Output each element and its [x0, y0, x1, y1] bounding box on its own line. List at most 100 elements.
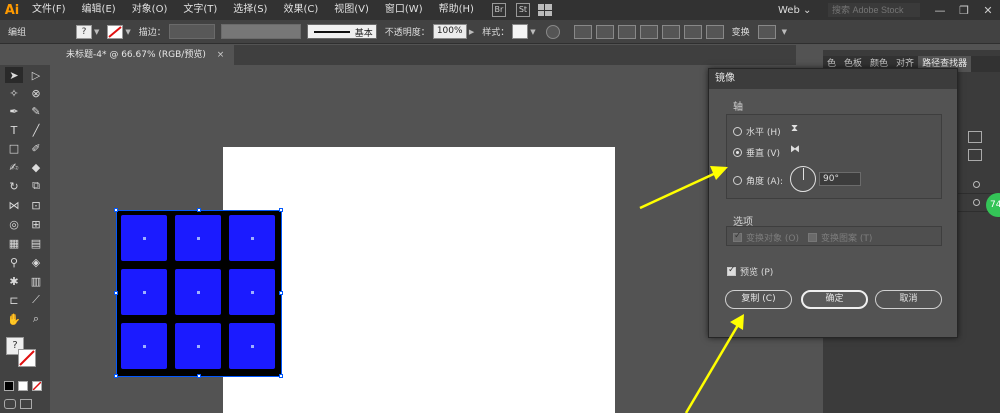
free-transform-tool-icon[interactable]: ⊡ [27, 197, 45, 213]
mesh-tool-icon[interactable]: ▦ [5, 235, 23, 251]
angle-radio[interactable] [733, 176, 742, 185]
document-tab[interactable]: 未标题-4* @ 66.67% (RGB/预览) × [56, 45, 235, 65]
bounding-box-handle[interactable] [279, 291, 283, 295]
draw-mode-icon[interactable] [4, 399, 16, 409]
vertical-radio[interactable] [733, 148, 742, 157]
menu-file[interactable]: 文件(F) [24, 0, 74, 20]
selection-tool-icon[interactable]: ➤ [5, 67, 23, 83]
lasso-tool-icon[interactable]: ⊗ [27, 85, 45, 101]
artboard-tool-icon[interactable]: ⊏ [5, 292, 23, 308]
isolate-group-icon[interactable] [757, 24, 776, 39]
tile[interactable] [174, 322, 222, 370]
blend-tool-icon[interactable]: ◈ [27, 254, 45, 270]
layer-row[interactable] [955, 176, 1000, 194]
bounding-box-handle[interactable] [114, 291, 118, 295]
stroke-dropdown-icon[interactable]: ▼ [125, 28, 130, 36]
menu-select[interactable]: 选择(S) [225, 0, 275, 20]
type-tool-icon[interactable]: T [5, 122, 23, 138]
bounding-box-handle[interactable] [197, 374, 201, 378]
preview-option[interactable]: 预览 (P) [727, 265, 773, 278]
tile[interactable] [228, 268, 276, 316]
slice-tool-icon[interactable]: ⟋ [27, 292, 45, 308]
opacity-input[interactable]: 100% [432, 24, 467, 39]
angle-option[interactable]: 角度 (A): [733, 174, 783, 187]
stock-button[interactable]: St [515, 3, 530, 17]
column-graph-tool-icon[interactable]: ▥ [27, 273, 45, 289]
tile[interactable] [120, 214, 168, 262]
bounding-box-handle[interactable] [279, 208, 283, 212]
zoom-tool-icon[interactable]: ⌕ [27, 311, 45, 327]
more-options-icon[interactable]: ▼ [782, 28, 787, 36]
bounding-box-handle[interactable] [279, 374, 283, 378]
bridge-button[interactable]: Br [491, 3, 506, 17]
color-mode-icon[interactable] [4, 381, 14, 391]
variable-width-profile[interactable] [220, 24, 301, 39]
selected-tile-group[interactable] [116, 210, 282, 377]
recolor-artwork-icon[interactable] [545, 24, 560, 39]
magic-wand-tool-icon[interactable]: ✧ [5, 85, 23, 101]
perspective-grid-tool-icon[interactable]: ⊞ [27, 216, 45, 232]
stroke-swatch[interactable] [107, 24, 124, 39]
hand-tool-icon[interactable]: ✋ [5, 311, 23, 327]
pen-tool-icon[interactable]: ✒ [5, 103, 23, 119]
menu-view[interactable]: 视图(V) [326, 0, 377, 20]
layer-target-icon[interactable] [973, 181, 980, 188]
angle-input[interactable]: 90° [819, 172, 861, 186]
cancel-button[interactable]: 取消 [875, 290, 942, 309]
align-right-icon[interactable] [639, 24, 658, 39]
rotate-tool-icon[interactable]: ↻ [5, 178, 23, 194]
tile[interactable] [174, 214, 222, 262]
dialog-title[interactable]: 镜像 [709, 69, 957, 89]
fill-swatch[interactable]: ? [76, 24, 92, 39]
eyedropper-tool-icon[interactable]: ⚲ [5, 254, 23, 270]
curvature-tool-icon[interactable]: ✎ [27, 103, 45, 119]
tile[interactable] [120, 268, 168, 316]
close-tab-icon[interactable]: × [217, 50, 225, 60]
vertical-option[interactable]: 垂直 (V) [733, 146, 780, 159]
angle-dial-icon[interactable] [790, 166, 816, 192]
rectangle-tool-icon[interactable]: □ [5, 140, 23, 156]
shaper-tool-icon[interactable]: ✍ [5, 159, 23, 175]
graphic-style-swatch[interactable] [512, 24, 529, 39]
ok-button[interactable]: 确定 [801, 290, 868, 309]
fill-dropdown-icon[interactable]: ▼ [94, 28, 99, 36]
symbol-sprayer-tool-icon[interactable]: ✱ [5, 273, 23, 289]
align-center-icon[interactable] [617, 24, 636, 39]
menu-window[interactable]: 窗口(W) [377, 0, 431, 20]
none-mode-icon[interactable] [32, 381, 42, 391]
tile[interactable] [228, 214, 276, 262]
menu-effect[interactable]: 效果(C) [275, 0, 326, 20]
stroke-indicator[interactable] [18, 349, 36, 367]
tile[interactable] [174, 268, 222, 316]
bounding-box-handle[interactable] [114, 374, 118, 378]
style-dropdown-icon[interactable]: ▼ [530, 28, 535, 36]
horizontal-option[interactable]: 水平 (H) [733, 125, 781, 138]
copy-button[interactable]: 复制 (C) [725, 290, 792, 309]
menu-edit[interactable]: 编辑(E) [74, 0, 124, 20]
horizontal-radio[interactable] [733, 127, 742, 136]
panel-icon[interactable] [968, 149, 982, 161]
shape-builder-tool-icon[interactable]: ◎ [5, 216, 23, 232]
layer-target-icon[interactable] [973, 199, 980, 206]
workspace-switcher[interactable]: Web ⌄ [778, 5, 828, 16]
menu-type[interactable]: 文字(T) [175, 0, 225, 20]
bounding-box-handle[interactable] [197, 208, 201, 212]
transform-link[interactable]: 变换 [732, 25, 750, 38]
paintbrush-tool-icon[interactable]: ✐ [27, 140, 45, 156]
tile[interactable] [120, 322, 168, 370]
align-to-icon[interactable] [573, 24, 592, 39]
menu-help[interactable]: 帮助(H) [431, 0, 482, 20]
menu-object[interactable]: 对象(O) [124, 0, 176, 20]
align-middle-icon[interactable] [683, 24, 702, 39]
eraser-tool-icon[interactable]: ◆ [27, 159, 45, 175]
align-left-icon[interactable] [595, 24, 614, 39]
minimize-icon[interactable]: — [928, 4, 952, 17]
brush-definition[interactable]: 基本 [306, 24, 377, 39]
bounding-box-handle[interactable] [114, 208, 118, 212]
opacity-dropdown-icon[interactable]: ▶ [469, 28, 474, 36]
stroke-weight-field[interactable] [168, 24, 215, 39]
arrange-documents-icon[interactable] [537, 4, 552, 16]
gradient-tool-icon[interactable]: ▤ [27, 235, 45, 251]
direct-selection-tool-icon[interactable]: ▷ [27, 67, 45, 83]
stock-search-input[interactable] [828, 3, 920, 17]
